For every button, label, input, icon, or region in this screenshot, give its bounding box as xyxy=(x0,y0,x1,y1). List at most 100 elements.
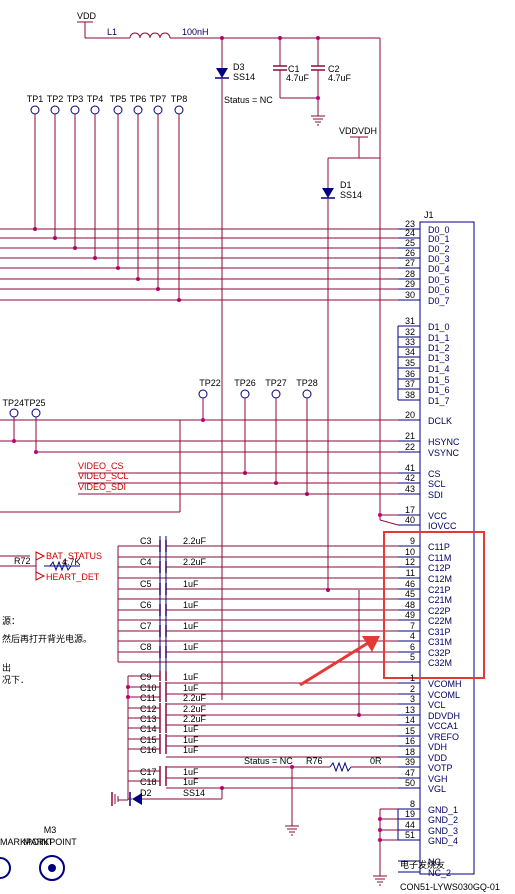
pin-name: D1_3 xyxy=(428,353,450,363)
pin-name: SCL xyxy=(428,479,446,489)
r76-ref: R76 xyxy=(306,756,323,766)
pin-name: D1_4 xyxy=(428,364,450,374)
d1-ref: D1 xyxy=(340,180,352,190)
wire xyxy=(379,519,399,526)
pin-number: 2 xyxy=(410,684,415,694)
tp26-label: TP26 xyxy=(234,378,256,388)
vddvdh-label: VDDVDH xyxy=(339,126,377,136)
pin-number: 47 xyxy=(405,768,415,778)
pin-name: GND_2 xyxy=(428,815,458,825)
pin-number: 36 xyxy=(405,369,415,379)
pin-number: 7 xyxy=(410,621,415,631)
pin-number: 13 xyxy=(405,705,415,715)
pin-number: 27 xyxy=(405,258,415,268)
pin-number: 11 xyxy=(406,568,415,578)
pin-name: D1_1 xyxy=(428,333,450,343)
pin-number: 22 xyxy=(405,442,415,452)
junction-dot xyxy=(378,817,382,821)
pin-name: C22P xyxy=(428,606,451,616)
pin-name: D0_1 xyxy=(428,234,450,244)
pin-name: C12M xyxy=(428,574,452,584)
pin-name: VCCA1 xyxy=(428,721,458,731)
pin-number: 28 xyxy=(405,269,415,279)
pin-name: C32P xyxy=(428,648,451,658)
pump-cap-ref: C6 xyxy=(140,600,152,610)
junction-dot xyxy=(126,695,130,699)
d2-ref: D2 xyxy=(140,788,152,798)
pin-name: VCL xyxy=(428,700,446,710)
video-scl-label: VIDEO_SCL xyxy=(78,471,129,481)
power-cap-ref: C17 xyxy=(140,767,157,777)
pump-cap-ref: C3 xyxy=(140,536,152,546)
junction-dot xyxy=(12,439,16,443)
m3-markpoint-center xyxy=(48,864,56,872)
pin-number: 4 xyxy=(410,631,415,641)
inductor-coil xyxy=(159,32,171,39)
testpoint-circle xyxy=(302,389,312,399)
pin-number: 16 xyxy=(405,736,415,746)
pin-name: D0_2 xyxy=(428,244,450,254)
pump-cap-ref: C7 xyxy=(140,621,152,631)
d3-ref: D3 xyxy=(233,62,245,72)
pin-name: CS xyxy=(428,469,441,479)
note-line-4: 况下． xyxy=(2,675,29,686)
power-cap-value: 2.2uF xyxy=(183,704,207,714)
r72-ref: R72 xyxy=(14,556,31,566)
pin-number: 20 xyxy=(405,410,415,420)
diode-d1 xyxy=(322,188,334,198)
pin-number: 32 xyxy=(405,327,415,337)
power-cap-ref: C14 xyxy=(140,724,157,734)
pin-number: 44 xyxy=(405,820,415,830)
pin-name: D0_4 xyxy=(428,264,450,274)
pin-number: 37 xyxy=(405,379,415,389)
j1-ref: J1 xyxy=(424,210,434,220)
pin-name: C21M xyxy=(428,595,452,605)
inductor-coil xyxy=(129,32,141,39)
pin-name: DDVDH xyxy=(428,711,460,721)
testpoint-circle xyxy=(70,105,80,115)
pump-cap-value: 1uF xyxy=(183,642,199,652)
pin-name: C22M xyxy=(428,616,452,626)
pin-number: 26 xyxy=(405,248,415,258)
pin-number: 6 xyxy=(410,642,415,652)
power-cap-ref: C18 xyxy=(140,777,157,787)
testpoint-circle xyxy=(50,105,60,115)
power-cap-value: 1uF xyxy=(183,735,199,745)
pin-name: VSYNC xyxy=(428,448,460,458)
pin-name: C21P xyxy=(428,585,451,595)
pin-name: HSYNC xyxy=(428,437,460,447)
power-cap-value: 1uF xyxy=(183,745,199,755)
testpoint-circle xyxy=(30,105,40,115)
pin-name: VCOMH xyxy=(428,679,462,689)
net-flag-bat xyxy=(35,551,46,561)
pin-name: C12P xyxy=(428,563,451,573)
inductor-value: 100nH xyxy=(182,27,209,37)
power-cap-ref: C10 xyxy=(140,683,157,693)
pin-name: VGL xyxy=(428,784,446,794)
junction-dot xyxy=(378,838,382,842)
testpoint-circle xyxy=(240,389,250,399)
watermark: 电子发烧友 xyxy=(400,859,445,871)
pin-name: GND_4 xyxy=(428,836,458,846)
c1-value: 4.7uF xyxy=(286,73,310,83)
pin-number: 18 xyxy=(405,747,415,757)
testpoint-circle xyxy=(31,408,41,418)
testpoint-label: TP8 xyxy=(171,94,188,104)
pin-number: 41 xyxy=(405,463,415,473)
junction-dot xyxy=(378,828,382,832)
pin-name: C32M xyxy=(428,658,452,668)
pin-number: 30 xyxy=(405,290,415,300)
power-cap-value: 1uF xyxy=(183,767,199,777)
pin-name: VREFO xyxy=(428,732,459,742)
pin-name: D1_2 xyxy=(428,343,450,353)
pin-name: D1_5 xyxy=(428,375,450,385)
testpoint-label: TP1 xyxy=(27,94,44,104)
pin-name: VDH xyxy=(428,742,447,752)
pin-name: GND_3 xyxy=(428,826,458,836)
testpoint-circle xyxy=(113,105,123,115)
pin-number: 40 xyxy=(405,515,415,525)
note-line-2: 然后再打开背光电源。 xyxy=(2,633,92,645)
d3-part: SS14 xyxy=(233,72,255,82)
video-cs-label: VIDEO_CS xyxy=(78,461,124,471)
pin-number: 49 xyxy=(405,610,415,620)
